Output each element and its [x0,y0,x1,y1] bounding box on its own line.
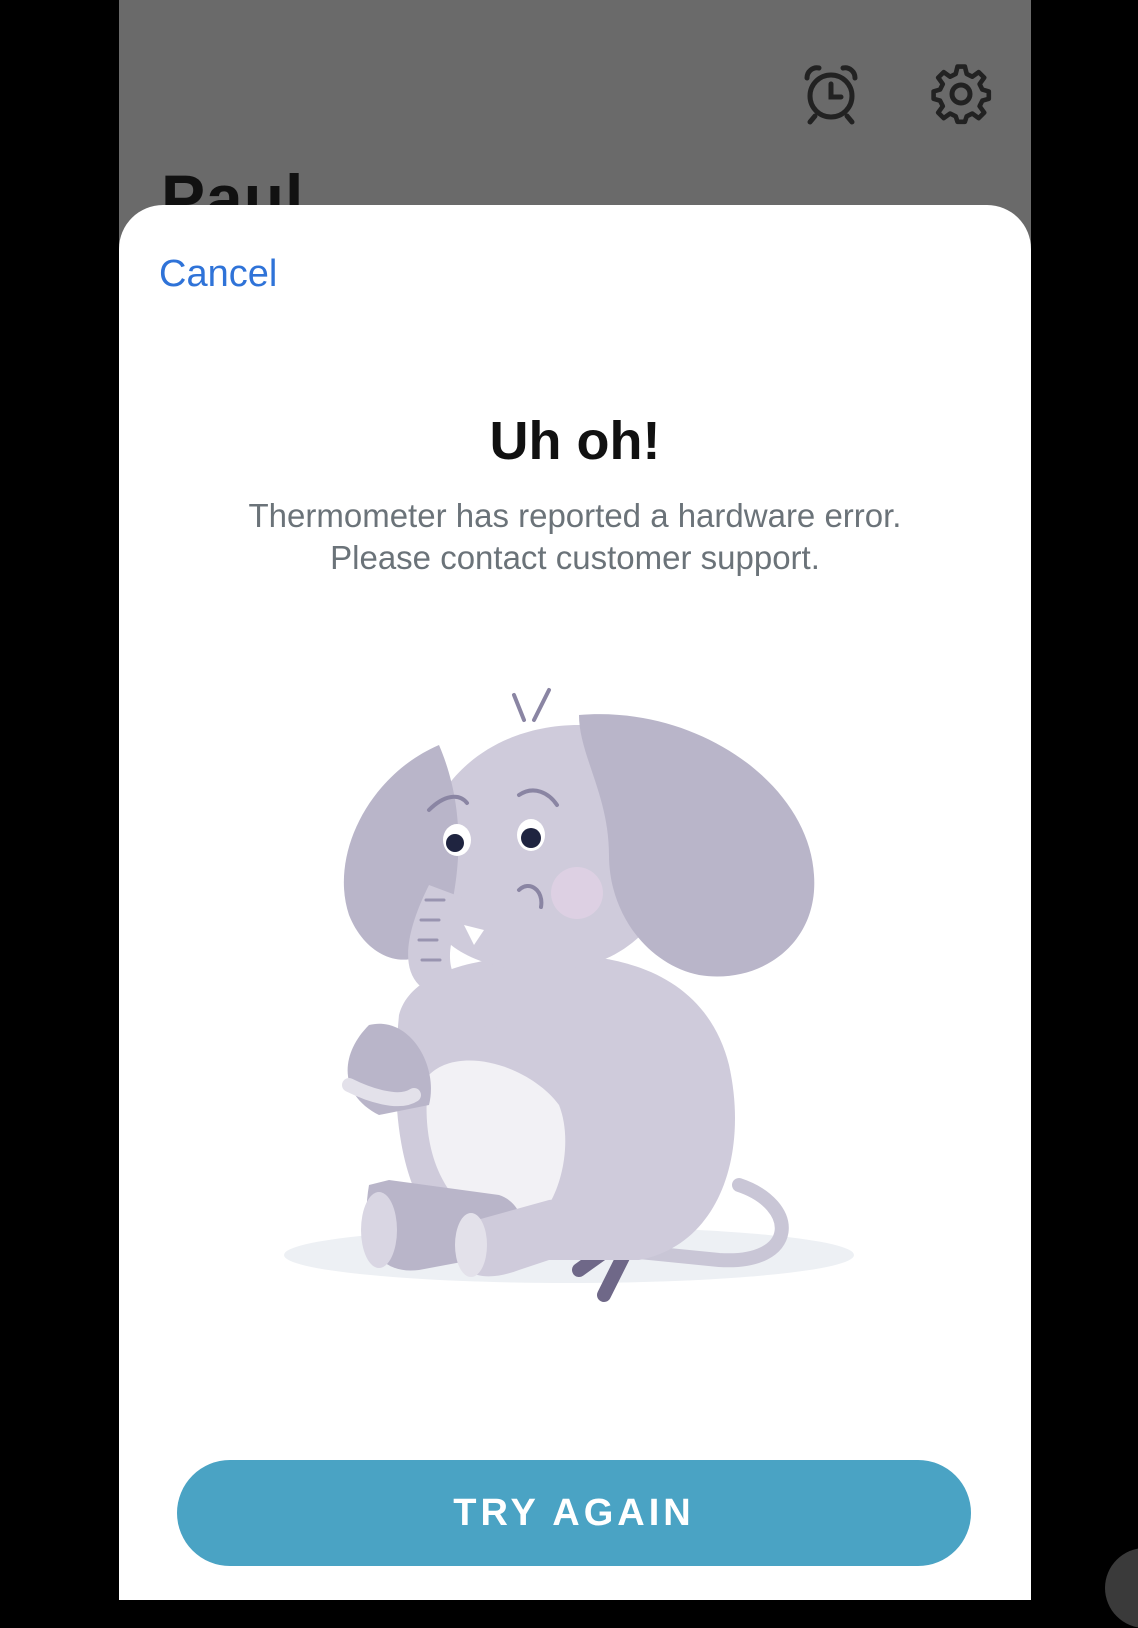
error-message-line-1: Thermometer has reported a hardware erro… [248,497,902,534]
gear-icon[interactable] [929,62,993,126]
error-message: Thermometer has reported a hardware erro… [159,495,991,579]
floating-corner-button[interactable] [1105,1548,1138,1628]
sad-elephant-illustration [284,688,854,1302]
cancel-button[interactable]: Cancel [159,253,277,296]
alarm-clock-icon[interactable] [799,62,863,126]
app-screen: Paul Cancel Uh oh! Thermometer has repor… [119,0,1031,1600]
error-message-line-2: Please contact customer support. [330,539,820,576]
try-again-button[interactable]: TRY AGAIN [177,1460,971,1566]
error-sheet: Cancel Uh oh! Thermometer has reported a… [119,205,1031,1600]
error-title: Uh oh! [489,411,661,471]
